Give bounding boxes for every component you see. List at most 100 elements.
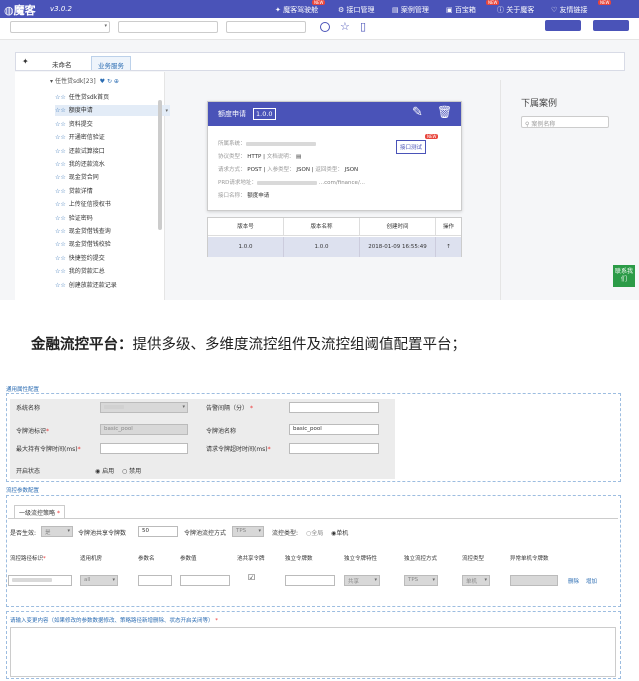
redacted-value <box>104 404 124 409</box>
favorite-icon[interactable]: ☆☆ <box>55 241 66 248</box>
upload-icon[interactable]: ↑ <box>436 237 461 257</box>
new-interface-button[interactable] <box>545 20 581 31</box>
star-icon[interactable]: ☆ <box>340 20 350 33</box>
app-logo[interactable]: ◍魔客 <box>4 2 36 18</box>
flow-type-select[interactable]: 单机 <box>462 575 490 586</box>
tree-item[interactable]: ☆☆ 开通密信验证 <box>55 132 105 143</box>
tree-item[interactable]: ☆☆ 我的贷款汇总 <box>55 266 105 277</box>
tab-business-service[interactable]: 业务服务 <box>91 56 131 70</box>
flow-type-global-radio[interactable]: ○全局 <box>306 528 323 537</box>
tree-item[interactable]: ☆☆ 现金贷借钱校验 <box>55 239 111 250</box>
shared-tokens-input[interactable]: 50 <box>138 526 178 537</box>
favorite-icon[interactable]: ☆☆ <box>55 174 66 181</box>
nav-friend-links[interactable]: ♡ 友情链接 <box>551 5 588 15</box>
tree-scrollbar[interactable] <box>158 100 162 230</box>
refresh-icon[interactable]: ♥ ↻ ⊕ <box>100 78 119 85</box>
tree-item[interactable]: ☆☆ 验证密码 <box>55 213 93 224</box>
contact-us-button[interactable]: 联系我们 <box>613 265 635 287</box>
delete-row-link[interactable]: 删除 <box>568 577 579 585</box>
favorite-icon[interactable]: ☆☆ <box>55 121 66 128</box>
pool-name-input[interactable]: basic_pool <box>289 424 379 435</box>
pool-id-input[interactable]: basic_pool <box>100 424 188 435</box>
flow-control-form-screenshot: 通用属性配置 系统名称 告警间隔（分） * 令牌池标识* basic_pool … <box>0 382 639 681</box>
interface-test-button[interactable]: 接口测试 <box>396 140 427 154</box>
favorite-icon[interactable]: ☆☆ <box>55 282 66 289</box>
cases-title: 下属案例 <box>521 99 558 109</box>
indep-tokens-input[interactable] <box>285 575 335 586</box>
tab-level1-strategy[interactable]: 一级流控策略 * <box>14 505 65 519</box>
room-select[interactable]: all <box>80 575 118 586</box>
bookmark-icon[interactable]: ▯ <box>360 20 366 33</box>
tree-item[interactable]: ☆☆ 任性贷sdk首页 <box>55 92 109 103</box>
protocol-field: 协议类型： HTTP | 文档说明： ▤ <box>218 154 302 160</box>
case-search-input[interactable]: ⚲ 案例名称 <box>521 116 609 128</box>
favorite-icon[interactable]: ☆☆ <box>55 255 66 262</box>
col-version-name: 版本名称 <box>284 218 360 236</box>
tree-item[interactable]: ☆☆ 上传征信授权书 <box>55 199 111 210</box>
keyword-input[interactable] <box>226 21 306 33</box>
nav-toolbox[interactable]: ▣ 百宝箱 <box>446 5 476 15</box>
col-version: 版本号 <box>208 218 284 236</box>
nav-case-management[interactable]: ▤ 案例管理 <box>392 5 429 15</box>
nav-interface-management[interactable]: ⚙ 接口管理 <box>338 5 375 15</box>
favorite-icon[interactable]: ☆☆ <box>55 161 66 168</box>
max-hold-input[interactable] <box>100 443 188 454</box>
max-hold-label: 最大持有令牌时间(ms)* <box>16 446 81 453</box>
document-icon: ▤ <box>392 6 399 14</box>
indep-feature-select[interactable]: 共享 <box>344 575 380 586</box>
favorite-icon[interactable]: ☆☆ <box>55 188 66 195</box>
tree-item[interactable]: ☆☆ 快捷签约提交 <box>55 253 105 264</box>
tree-root[interactable]: ▾ 任性贷sdk[23] ♥ ↻ ⊕ <box>50 76 119 87</box>
back-arrow-icon[interactable]: ✦ <box>22 57 29 66</box>
param-value-input[interactable] <box>180 575 230 586</box>
system-select[interactable] <box>10 21 110 33</box>
favorite-icon[interactable]: ☆☆ <box>55 148 66 155</box>
favorite-icon[interactable]: ☆☆ <box>55 228 66 235</box>
indep-mode-select[interactable]: TPS <box>404 575 438 586</box>
tree-item[interactable]: ☆☆ 现金贷借钱查询 <box>55 226 111 237</box>
tree-item[interactable]: ☆☆ 创建放款还款记录 <box>55 280 117 291</box>
system-select[interactable] <box>100 402 188 413</box>
abnormal-tokens-input[interactable] <box>510 575 558 586</box>
path-id-input[interactable] <box>8 575 72 586</box>
tab-untitled[interactable]: 未命名 <box>46 56 78 70</box>
delete-icon[interactable]: 🗑 <box>437 105 452 119</box>
change-content-textarea[interactable] <box>10 627 616 677</box>
app-version: v3.0.2 <box>50 5 72 13</box>
doc-icon[interactable]: ▤ <box>296 154 301 160</box>
tree-item[interactable]: ☆☆ 现金贷合同 <box>55 172 99 183</box>
tree-item[interactable]: ☆☆ 我的还款流水 <box>55 159 105 170</box>
timeout-input[interactable] <box>289 443 379 454</box>
interval-input[interactable] <box>289 402 379 413</box>
status-off-radio[interactable]: ○ 禁用 <box>122 466 141 475</box>
interface-search-input[interactable] <box>118 21 218 33</box>
version-table: 版本号 版本名称 创建时间 操作 1.0.0 1.0.0 2018-01-09 … <box>207 217 462 257</box>
tree-item[interactable]: ☆☆ 还款试算接口 <box>55 146 105 157</box>
doc-button[interactable] <box>593 20 629 31</box>
tree-item[interactable]: ☆☆ 贷款详情 <box>55 186 93 197</box>
change-content-label: 请输入变更内容（如果修改的参数数据修改、策略路径新增删除、状态开启关闭等） * <box>10 618 219 624</box>
param-name-input[interactable] <box>138 575 172 586</box>
nav-about[interactable]: ⓘ 关于魔客 <box>497 5 534 15</box>
add-row-link[interactable]: 增加 <box>586 577 597 585</box>
logo-icon: ◍ <box>4 4 14 17</box>
nav-cockpit[interactable]: ✦ 魔客驾驶舱 <box>275 5 318 15</box>
search-icon[interactable] <box>320 22 330 32</box>
pool-mode-select[interactable]: TPS <box>232 526 264 537</box>
edit-icon[interactable]: ✎ <box>412 105 423 120</box>
interface-title: 额度申请 <box>218 110 246 118</box>
flow-type-single-radio[interactable]: ◉单机 <box>331 528 348 537</box>
favorite-icon[interactable]: ☆☆ <box>55 134 66 141</box>
favorite-icon[interactable]: ☆☆ <box>55 268 66 275</box>
favorite-icon[interactable]: ☆☆ <box>55 107 66 114</box>
tree-item[interactable]: ☆☆ 额度申请 <box>55 105 170 117</box>
tree-item[interactable]: ☆☆ 资料提交 <box>55 119 93 130</box>
pool-shared-checkbox[interactable]: ☑ <box>248 573 255 582</box>
favorite-icon[interactable]: ☆☆ <box>55 94 66 101</box>
status-on-radio[interactable]: ◉ 启用 <box>95 466 114 475</box>
favorite-icon[interactable]: ☆☆ <box>55 215 66 222</box>
favorite-icon[interactable]: ☆☆ <box>55 201 66 208</box>
folder-icon: ▾ <box>50 78 54 85</box>
effective-select[interactable]: 是 <box>41 526 73 537</box>
pool-mode-label: 令牌池流控方式 <box>184 530 227 537</box>
